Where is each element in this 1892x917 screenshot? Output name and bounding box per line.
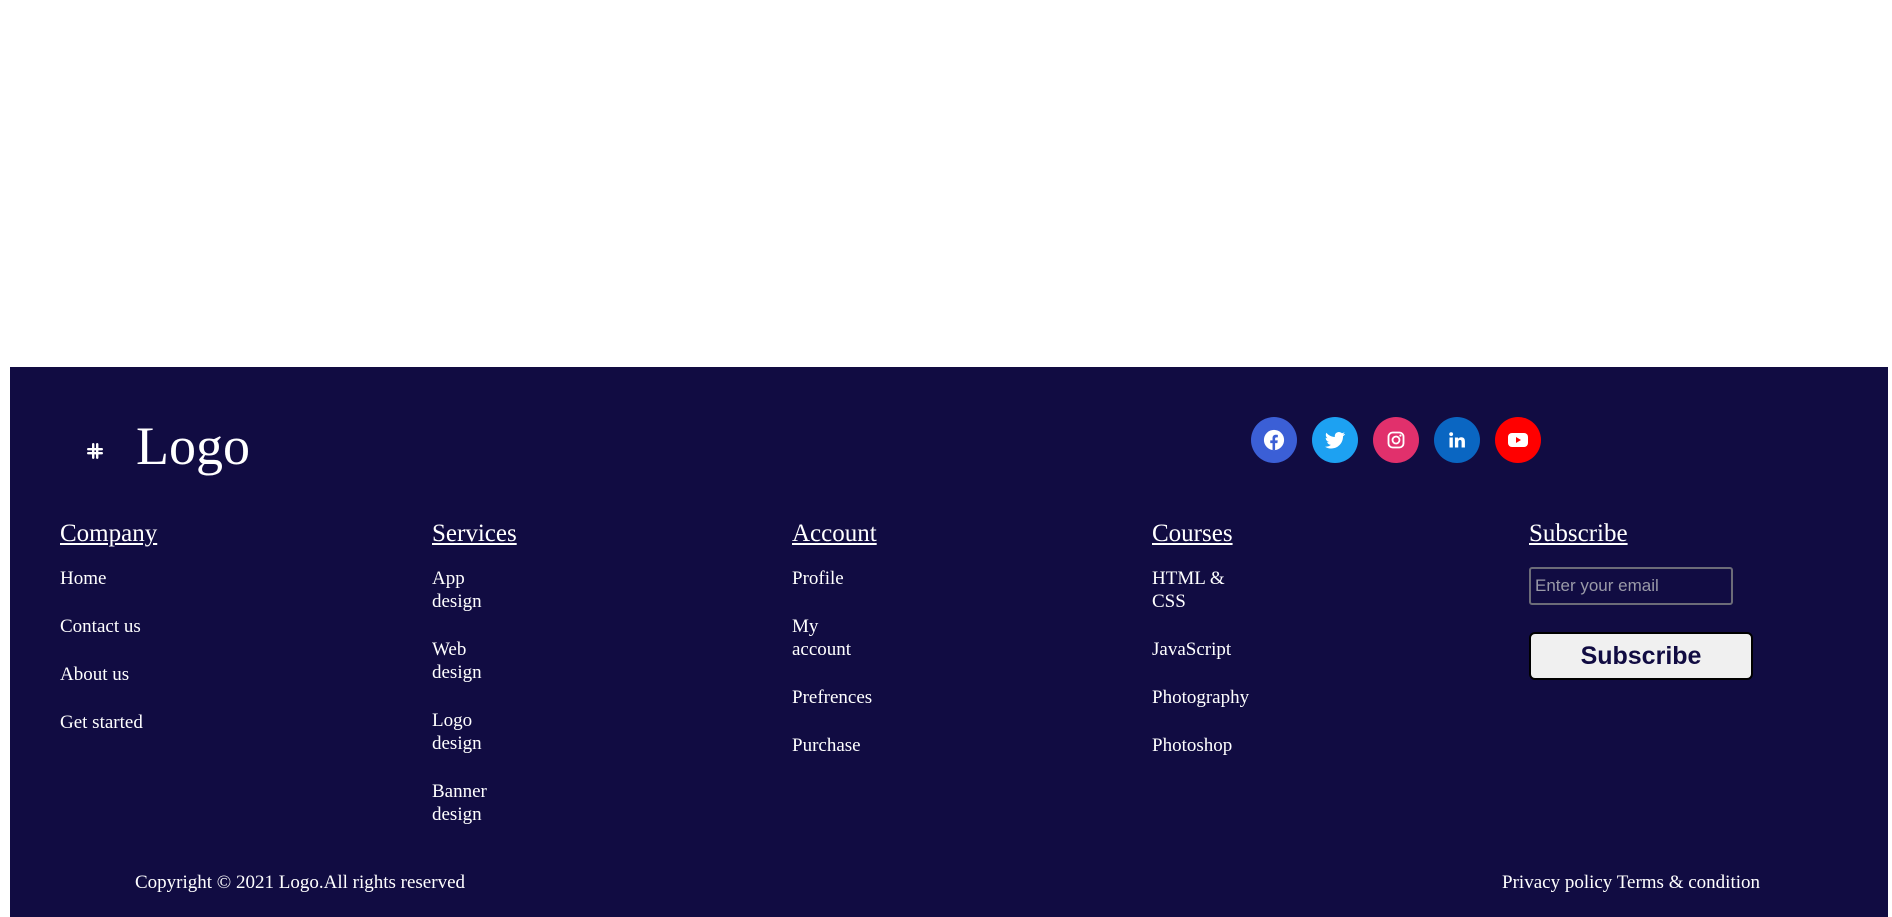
company-link-contact-us[interactable]: Contact us [60,615,157,638]
account-link-my-account[interactable]: My account [792,615,867,661]
company-link-about-us[interactable]: About us [60,663,157,686]
services-column: Services App design Web design Logo desi… [432,519,517,851]
copyright-text: Copyright © 2021 Logo.All rights reserve… [135,872,466,893]
youtube-button[interactable] [1495,417,1541,463]
courses-link-html-css[interactable]: HTML & CSS [1152,567,1237,613]
services-link-web-design[interactable]: Web design [432,638,507,684]
courses-column: Courses HTML & CSS JavaScript Photograph… [1152,519,1249,782]
company-column: Company Home Contact us About us Get sta… [60,519,157,759]
privacy-policy-link[interactable]: Privacy policy [1502,872,1612,893]
services-heading: Services [432,520,517,547]
account-link-purchase[interactable]: Purchase [792,734,867,757]
company-link-home[interactable]: Home [60,567,157,590]
terms-condition-link[interactable]: Terms & condition [1617,872,1760,893]
legal-links: Privacy policy Terms & condition [1502,872,1760,894]
company-link-get-started[interactable]: Get started [60,711,157,734]
instagram-icon [1387,431,1405,449]
courses-link-javascript[interactable]: JavaScript [1152,638,1249,661]
subscribe-column: Subscribe Subscribe [1529,519,1753,680]
twitter-button[interactable] [1312,417,1358,463]
slack-like-logo-icon [84,440,106,462]
company-heading: Company [60,520,158,547]
facebook-button[interactable] [1251,417,1297,463]
logo-text: Logo [136,416,250,476]
account-heading: Account [792,520,877,547]
email-input[interactable] [1529,567,1733,605]
brand[interactable]: Logo [84,419,250,473]
social-links [1251,417,1556,463]
courses-link-photography[interactable]: Photography [1152,686,1249,709]
courses-link-photoshop[interactable]: Photoshop [1152,734,1249,757]
instagram-button[interactable] [1373,417,1419,463]
subscribe-heading: Subscribe [1529,520,1628,547]
twitter-icon [1325,432,1345,449]
services-link-app-design[interactable]: App design [432,567,507,613]
account-link-profile[interactable]: Profile [792,567,867,590]
linkedin-icon [1449,432,1465,448]
linkedin-button[interactable] [1434,417,1480,463]
courses-heading: Courses [1152,520,1233,547]
youtube-icon [1508,433,1528,447]
site-footer: Logo Company Home Contact us About us Ge… [10,367,1888,917]
services-link-banner-design[interactable]: Banner design [432,780,507,826]
account-column: Account Profile My account Prefrences Pu… [792,519,877,782]
facebook-icon [1263,429,1285,451]
services-link-logo-design[interactable]: Logo design [432,709,507,755]
account-link-prefrences[interactable]: Prefrences [792,686,872,709]
subscribe-button[interactable]: Subscribe [1529,632,1753,680]
